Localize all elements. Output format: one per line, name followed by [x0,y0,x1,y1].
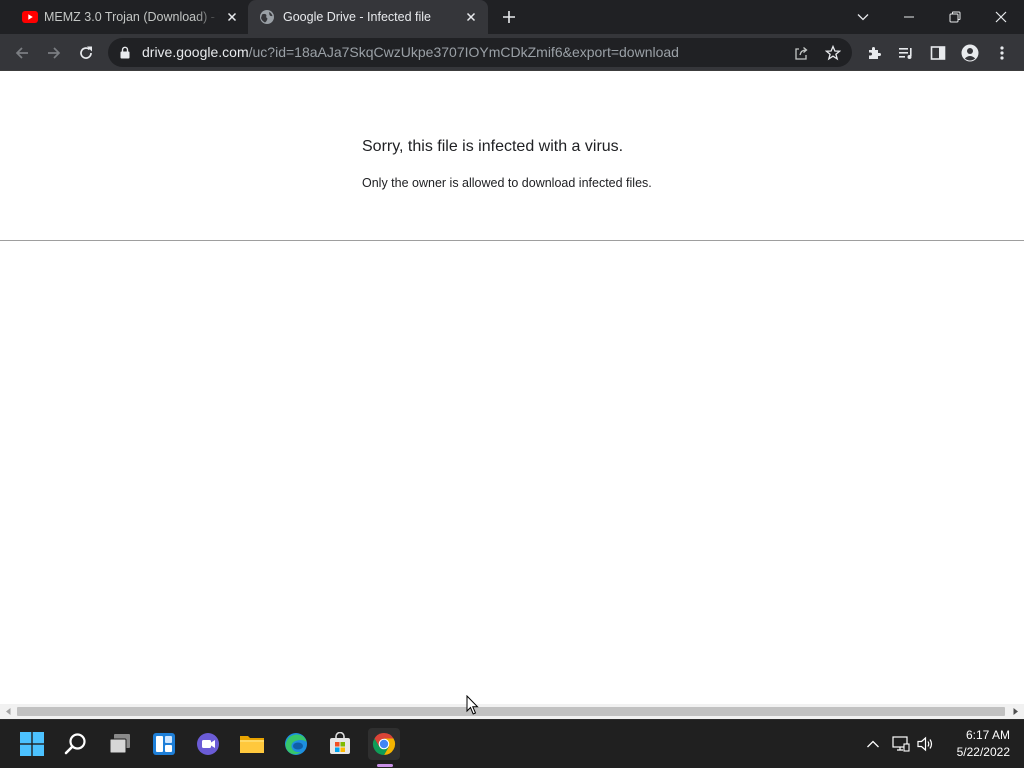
edge-icon [285,733,307,755]
file-explorer-icon [240,736,264,753]
extensions-button[interactable] [862,41,886,65]
url-host: drive.google.com [142,44,249,60]
mouse-cursor-icon [466,695,479,715]
file-explorer-button[interactable] [236,728,268,760]
virus-warning-detail: Only the owner is allowed to download in… [362,176,652,190]
playlist-icon [899,48,912,59]
chrome-button[interactable] [368,728,400,760]
menu-button[interactable] [990,41,1014,65]
browser-toolbar: drive.google.com/uc?id=18aAJa7SkqCwzUkpe… [0,34,1024,71]
chrome-icon [372,733,396,755]
task-view-button[interactable] [104,728,136,760]
chat-button[interactable] [192,728,224,760]
widgets-button[interactable] [148,728,180,760]
reload-button[interactable] [74,41,98,65]
scrollbar-thumb[interactable] [17,707,1005,716]
address-bar[interactable]: drive.google.com/uc?id=18aAJa7SkqCwzUkpe… [108,38,852,67]
side-panel-button[interactable] [926,41,950,65]
tab-title: MEMZ 3.0 Trojan (Download) - YouTube [44,10,220,24]
lock-icon[interactable] [120,46,130,59]
tab-google-drive[interactable]: Google Drive - Infected file [248,0,488,34]
close-tab-icon[interactable] [464,10,478,24]
virus-warning-headline: Sorry, this file is infected with a viru… [362,138,624,155]
task-view-icon [109,734,130,754]
globe-icon [260,10,274,24]
horizontal-scrollbar[interactable] [0,704,1024,719]
show-hidden-icons-button[interactable] [862,732,884,756]
puzzle-icon [869,47,881,59]
minimize-button[interactable] [886,0,932,34]
store-icon [330,732,350,754]
restore-button[interactable] [932,0,978,34]
clock-time: 6:17 AM [965,728,1010,742]
start-button[interactable] [16,728,48,760]
reload-icon [80,46,92,59]
network-button[interactable] [890,732,912,756]
url-path: /uc?id=18aAJa7SkqCwzUkpe3707IOYmCDkZmif6… [248,44,679,60]
more-vert-icon [1000,46,1004,60]
divider [0,240,1024,241]
network-icon [892,736,910,752]
back-button[interactable] [10,41,34,65]
search-icon [64,733,86,755]
tab-title: Google Drive - Infected file [283,10,431,24]
scroll-right-icon[interactable] [1011,707,1020,716]
system-clock[interactable]: 6:17 AM 5/22/2022 [940,727,1010,761]
url-text[interactable]: drive.google.com/uc?id=18aAJa7SkqCwzUkpe… [142,38,679,67]
clock-date: 5/22/2022 [956,745,1010,759]
share-icon [795,47,808,60]
arrow-right-icon [48,47,61,59]
page-content: Sorry, this file is infected with a viru… [0,71,1024,704]
side-panel-icon [930,46,946,60]
star-icon [825,45,841,61]
profile-button[interactable] [958,41,982,65]
tab-search-button[interactable] [840,0,886,34]
search-button[interactable] [60,728,92,760]
close-icon [995,11,1007,23]
arrow-left-icon [15,47,28,59]
chevron-up-icon [867,740,879,748]
widgets-icon [153,733,175,755]
new-tab-icon[interactable] [500,8,518,26]
tab-strip: MEMZ 3.0 Trojan (Download) - YouTube Goo… [0,0,1024,34]
tab-youtube[interactable]: MEMZ 3.0 Trojan (Download) - YouTube [10,0,248,34]
forward-button[interactable] [42,41,66,65]
start-icon [20,732,44,756]
speaker-icon [917,736,933,752]
chat-icon [197,733,219,755]
chevron-down-icon [857,14,869,21]
restore-icon [949,11,961,23]
active-app-indicator [377,764,393,767]
volume-button[interactable] [915,732,937,756]
minimize-icon [904,16,914,18]
close-tab-icon[interactable] [225,10,239,24]
store-button[interactable] [324,728,356,760]
scroll-left-icon[interactable] [4,707,13,716]
avatar-icon [961,44,979,62]
youtube-icon [22,11,38,23]
edge-button[interactable] [280,728,312,760]
media-controls-button[interactable] [894,41,918,65]
share-button[interactable] [790,42,812,64]
close-window-button[interactable] [978,0,1024,34]
taskbar: 6:17 AM 5/22/2022 [0,719,1024,768]
bookmark-button[interactable] [822,42,844,64]
